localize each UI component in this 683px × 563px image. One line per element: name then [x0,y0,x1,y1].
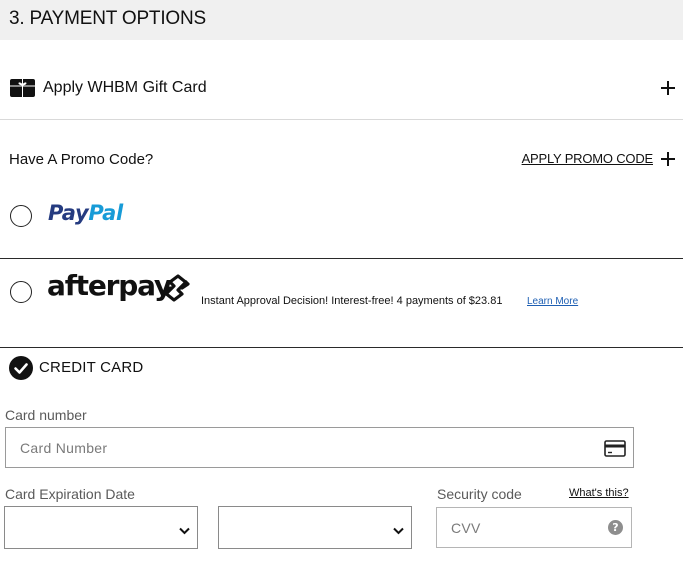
card-number-input[interactable] [6,428,633,467]
credit-card-label: CREDIT CARD [39,359,144,376]
help-question-icon[interactable]: ? [608,520,623,535]
cvv-field-box[interactable] [436,507,632,548]
afterpay-arrows-icon [160,274,192,307]
divider [0,347,683,348]
whats-this-link[interactable]: What's this? [569,487,629,499]
cvv-input[interactable] [437,508,631,547]
section-header: 3. PAYMENT OPTIONS [0,0,683,40]
paypal-radio[interactable] [10,205,32,227]
gift-card-label: Apply WHBM Gift Card [43,79,207,96]
gift-card-icon [10,79,35,97]
afterpay-info-text: Instant Approval Decision! Interest-free… [201,295,503,307]
credit-card-icon [604,440,626,462]
expiration-month-select[interactable] [4,506,198,549]
paypal-logo-pay: Pay [48,201,89,225]
card-number-label: Card number [5,407,87,423]
promo-code-label: Have A Promo Code? [9,151,154,168]
divider [0,119,683,120]
divider [0,258,683,259]
security-code-label: Security code [437,486,522,502]
paypal-logo[interactable]: PayPal [48,201,123,225]
section-title: 3. PAYMENT OPTIONS [9,8,206,29]
card-number-field-box[interactable] [5,427,634,468]
expiration-year-select[interactable] [218,506,412,549]
paypal-logo-pal: Pal [88,201,123,225]
afterpay-radio[interactable] [10,281,32,303]
chevron-down-icon [179,522,190,540]
card-expiration-label: Card Expiration Date [5,486,135,502]
afterpay-learn-more-link[interactable]: Learn More [527,296,578,307]
chevron-down-icon [393,522,404,540]
afterpay-logo[interactable]: afterpay [47,269,172,302]
apply-promo-code-link[interactable]: APPLY PROMO CODE [522,151,654,166]
credit-card-selected-check-icon[interactable] [9,356,33,380]
promo-code-plus-icon[interactable] [661,152,675,166]
gift-card-expand-plus-icon[interactable] [661,81,675,95]
